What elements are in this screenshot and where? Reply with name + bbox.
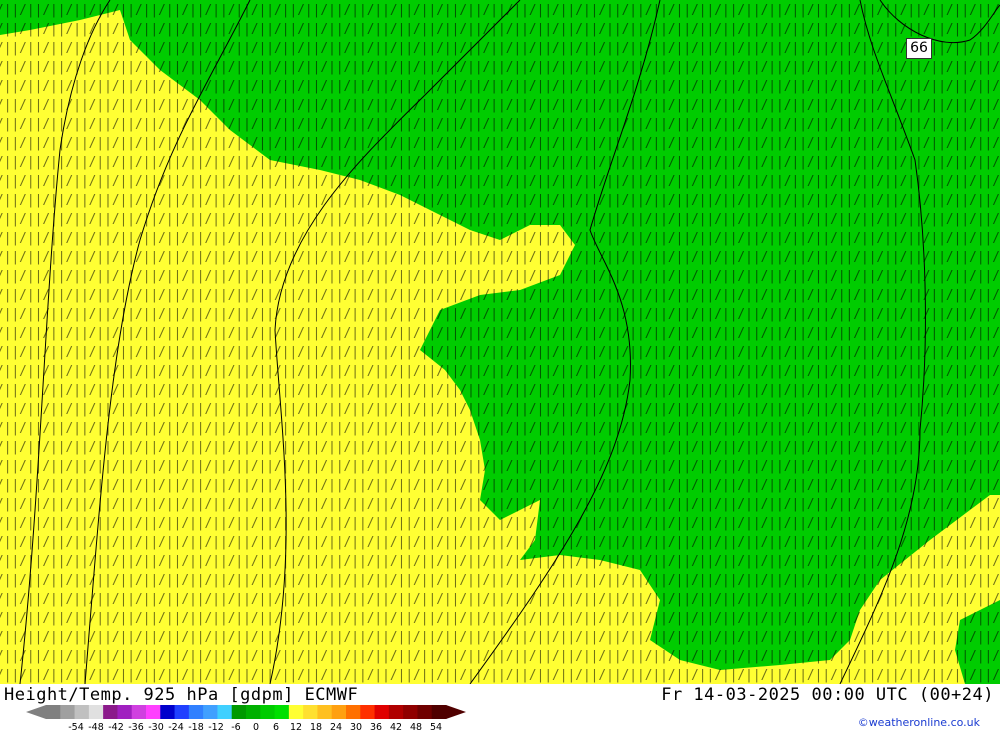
colorbar-swatch bbox=[431, 705, 447, 719]
colorbar-swatch bbox=[388, 705, 404, 719]
colorbar-swatch bbox=[403, 705, 418, 719]
colorbar-swatch bbox=[74, 705, 90, 719]
colorbar-swatch bbox=[231, 705, 247, 719]
credit-link[interactable]: ©weatheronline.co.uk bbox=[858, 716, 980, 729]
colorbar-swatch bbox=[46, 705, 61, 719]
map-title: Height/Temp. 925 hPa [gdpm] ECMWF bbox=[4, 685, 359, 705]
map-footer: Height/Temp. 925 hPa [gdpm] ECMWF Fr 14-… bbox=[0, 684, 1000, 733]
glyph-row: /||/||/||/||/||/||/||/||/||/||/||/||/||/… bbox=[0, 535, 1000, 550]
glyph-row: /||/||/||/||/||/||/||/||/||/||/||/||/||/… bbox=[0, 326, 1000, 341]
colorbar-tick-label: -30 bbox=[148, 722, 164, 733]
glyph-row: /||/||/||/||/||/||/||/||/||/||/||/||/||/… bbox=[0, 345, 1000, 360]
glyph-row: /||/||/||/||/||/||/||/||/||/||/||/||/||/… bbox=[0, 573, 1000, 588]
glyph-row: /||/||/||/||/||/||/||/||/||/||/||/||/||/… bbox=[0, 478, 1000, 493]
colorbar-tick-label: -18 bbox=[188, 722, 204, 733]
colorbar-swatch bbox=[246, 705, 261, 719]
colorbar-tick-label: 36 bbox=[369, 722, 383, 733]
glyph-row: /||/||/||/||/||/||/||/||/||/||/||/||/||/… bbox=[0, 459, 1000, 474]
colorbar-swatch bbox=[131, 705, 147, 719]
temperature-colorbar bbox=[26, 705, 466, 719]
colorbar-tick-label: 24 bbox=[329, 722, 343, 733]
colorbar-swatch bbox=[346, 705, 361, 719]
map-viewer: /||/||/||/||/||/||/||/||/||/||/||/||/||/… bbox=[0, 0, 1000, 733]
glyph-row: /||/||/||/||/||/||/||/||/||/||/||/||/||/… bbox=[0, 269, 1000, 284]
colorbar-swatch bbox=[288, 705, 304, 719]
colorbar-tick-label: 54 bbox=[429, 722, 443, 733]
contour-label: 66 bbox=[906, 38, 932, 59]
glyph-row: /||/||/||/||/||/||/||/||/||/||/||/||/||/… bbox=[0, 421, 1000, 436]
colorbar-swatch bbox=[146, 705, 161, 719]
glyph-row: /||/||/||/||/||/||/||/||/||/||/||/||/||/… bbox=[0, 231, 1000, 246]
colorbar-swatch bbox=[360, 705, 376, 719]
colorbar-tick-label: -54 bbox=[68, 722, 84, 733]
colorbar-max-arrow bbox=[446, 705, 466, 719]
glyph-row: /||/||/||/||/||/||/||/||/||/||/||/||/||/… bbox=[0, 22, 1000, 37]
glyph-row: /||/||/||/||/||/||/||/||/||/||/||/||/||/… bbox=[0, 174, 1000, 189]
glyph-row: /||/||/||/||/||/||/||/||/||/||/||/||/||/… bbox=[0, 98, 1000, 113]
colorbar-swatch bbox=[217, 705, 233, 719]
colorbar-tick-label: -12 bbox=[208, 722, 224, 733]
glyph-row: /||/||/||/||/||/||/||/||/||/||/||/||/||/… bbox=[0, 193, 1000, 208]
colorbar-swatch bbox=[160, 705, 176, 719]
forecast-time: Fr 14-03-2025 00:00 UTC (00+24) bbox=[661, 685, 994, 705]
colorbar-swatch bbox=[203, 705, 218, 719]
glyph-row: /||/||/||/||/||/||/||/||/||/||/||/||/||/… bbox=[0, 592, 1000, 607]
glyph-row: /||/||/||/||/||/||/||/||/||/||/||/||/||/… bbox=[0, 307, 1000, 322]
glyph-row: /||/||/||/||/||/||/||/||/||/||/||/||/||/… bbox=[0, 155, 1000, 170]
colorbar-tick-label: 18 bbox=[309, 722, 323, 733]
colorbar-tick-label: -48 bbox=[88, 722, 104, 733]
glyph-row: /||/||/||/||/||/||/||/||/||/||/||/||/||/… bbox=[0, 117, 1000, 132]
glyph-row: /||/||/||/||/||/||/||/||/||/||/||/||/||/… bbox=[0, 41, 1000, 56]
glyph-row: /||/||/||/||/||/||/||/||/||/||/||/||/||/… bbox=[0, 497, 1000, 512]
map-canvas: /||/||/||/||/||/||/||/||/||/||/||/||/||/… bbox=[0, 0, 1000, 684]
colorbar-swatch bbox=[303, 705, 318, 719]
glyph-row: /||/||/||/||/||/||/||/||/||/||/||/||/||/… bbox=[0, 79, 1000, 94]
colorbar-tick-label: -42 bbox=[108, 722, 124, 733]
colorbar-swatch bbox=[188, 705, 204, 719]
colorbar-swatch bbox=[374, 705, 390, 719]
colorbar-swatch bbox=[331, 705, 347, 719]
colorbar-tick-label: 30 bbox=[349, 722, 363, 733]
colorbar-swatch bbox=[274, 705, 290, 719]
glyph-row: /||/||/||/||/||/||/||/||/||/||/||/||/||/… bbox=[0, 649, 1000, 664]
glyph-row: /||/||/||/||/||/||/||/||/||/||/||/||/||/… bbox=[0, 250, 1000, 265]
colorbar-tick-label: -24 bbox=[168, 722, 184, 733]
colorbar-swatch bbox=[174, 705, 190, 719]
glyph-row: /||/||/||/||/||/||/||/||/||/||/||/||/||/… bbox=[0, 668, 1000, 683]
colorbar-min-arrow bbox=[26, 705, 46, 719]
glyph-row: /||/||/||/||/||/||/||/||/||/||/||/||/||/… bbox=[0, 288, 1000, 303]
colorbar-tick-label: 48 bbox=[409, 722, 423, 733]
colorbar-swatch bbox=[317, 705, 333, 719]
glyph-row: /||/||/||/||/||/||/||/||/||/||/||/||/||/… bbox=[0, 516, 1000, 531]
colorbar-tick-label: 42 bbox=[389, 722, 403, 733]
colorbar-swatch bbox=[417, 705, 433, 719]
colorbar-tick-label: -36 bbox=[128, 722, 144, 733]
colorbar-swatch bbox=[60, 705, 76, 719]
glyph-row: /||/||/||/||/||/||/||/||/||/||/||/||/||/… bbox=[0, 440, 1000, 455]
weather-map[interactable]: /||/||/||/||/||/||/||/||/||/||/||/||/||/… bbox=[0, 0, 1000, 684]
glyph-row: /||/||/||/||/||/||/||/||/||/||/||/||/||/… bbox=[0, 212, 1000, 227]
colorbar-swatch bbox=[103, 705, 118, 719]
colorbar-swatch bbox=[117, 705, 133, 719]
glyph-row: /||/||/||/||/||/||/||/||/||/||/||/||/||/… bbox=[0, 630, 1000, 645]
glyph-row: /||/||/||/||/||/||/||/||/||/||/||/||/||/… bbox=[0, 364, 1000, 379]
colorbar-swatch bbox=[88, 705, 104, 719]
glyph-row: /||/||/||/||/||/||/||/||/||/||/||/||/||/… bbox=[0, 554, 1000, 569]
glyph-row: /||/||/||/||/||/||/||/||/||/||/||/||/||/… bbox=[0, 402, 1000, 417]
colorbar-tick-label: 12 bbox=[289, 722, 303, 733]
glyph-row: /||/||/||/||/||/||/||/||/||/||/||/||/||/… bbox=[0, 611, 1000, 626]
glyph-row: /||/||/||/||/||/||/||/||/||/||/||/||/||/… bbox=[0, 3, 1000, 18]
glyph-row: /||/||/||/||/||/||/||/||/||/||/||/||/||/… bbox=[0, 136, 1000, 151]
colorbar-swatch bbox=[260, 705, 276, 719]
colorbar-tick-label: 0 bbox=[252, 722, 260, 733]
glyph-row: /||/||/||/||/||/||/||/||/||/||/||/||/||/… bbox=[0, 60, 1000, 75]
colorbar-tick-label: 6 bbox=[272, 722, 280, 733]
glyph-row: /||/||/||/||/||/||/||/||/||/||/||/||/||/… bbox=[0, 383, 1000, 398]
colorbar-tick-label: -6 bbox=[231, 722, 241, 733]
